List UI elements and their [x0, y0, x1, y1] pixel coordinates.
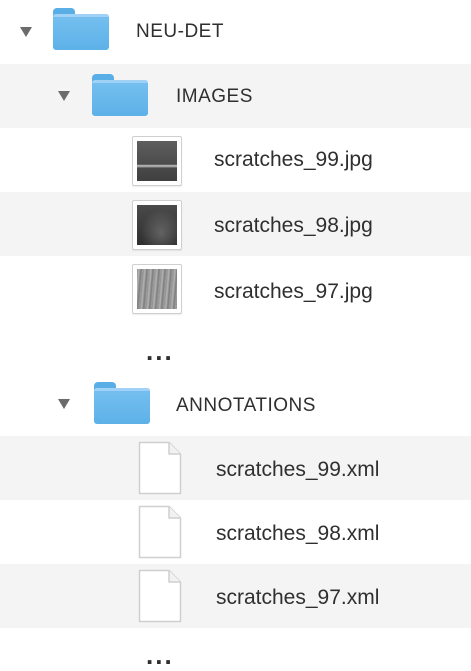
tree-row-file[interactable]: scratches_98.jpg: [0, 192, 471, 256]
tree-row-annotations[interactable]: ANNOTATIONS: [0, 372, 471, 436]
folder-label-neu-det: NEU-DET: [136, 21, 224, 42]
tree-row-images[interactable]: IMAGES: [0, 64, 471, 128]
disclosure-chevron-down-icon[interactable]: [20, 27, 32, 37]
tree-row-neu-det[interactable]: NEU-DET: [0, 0, 471, 64]
folder-icon: [92, 74, 148, 116]
file-name: scratches_99.jpg: [214, 148, 373, 171]
more-items-indicator: ...: [146, 336, 174, 366]
file-name: scratches_98.jpg: [214, 214, 373, 237]
document-icon: [138, 505, 182, 559]
folder-label-images: IMAGES: [176, 86, 253, 107]
folder-icon: [53, 8, 109, 50]
file-name: scratches_97.xml: [216, 586, 380, 609]
file-name: scratches_98.xml: [216, 522, 380, 545]
disclosure-chevron-down-icon[interactable]: [58, 399, 70, 409]
file-tree: NEU-DET IMAGES scratches_99.jpg scratche…: [0, 0, 471, 670]
image-thumbnail-icon: [132, 136, 182, 186]
image-thumbnail-icon: [132, 264, 182, 314]
file-name: scratches_97.jpg: [214, 280, 373, 303]
file-name: scratches_99.xml: [216, 458, 380, 481]
more-items-indicator: ...: [146, 640, 174, 670]
tree-row-file[interactable]: scratches_97.xml: [0, 564, 471, 628]
folder-label-annotations: ANNOTATIONS: [176, 395, 316, 416]
document-icon: [138, 569, 182, 623]
tree-row-file[interactable]: scratches_99.jpg: [0, 128, 471, 192]
disclosure-chevron-down-icon[interactable]: [58, 91, 70, 101]
tree-row-file[interactable]: scratches_98.xml: [0, 500, 471, 564]
tree-row-file[interactable]: scratches_99.xml: [0, 436, 471, 500]
image-thumbnail-icon: [132, 200, 182, 250]
document-icon: [138, 441, 182, 495]
folder-icon: [94, 382, 150, 424]
tree-row-file[interactable]: scratches_97.jpg: [0, 256, 471, 320]
